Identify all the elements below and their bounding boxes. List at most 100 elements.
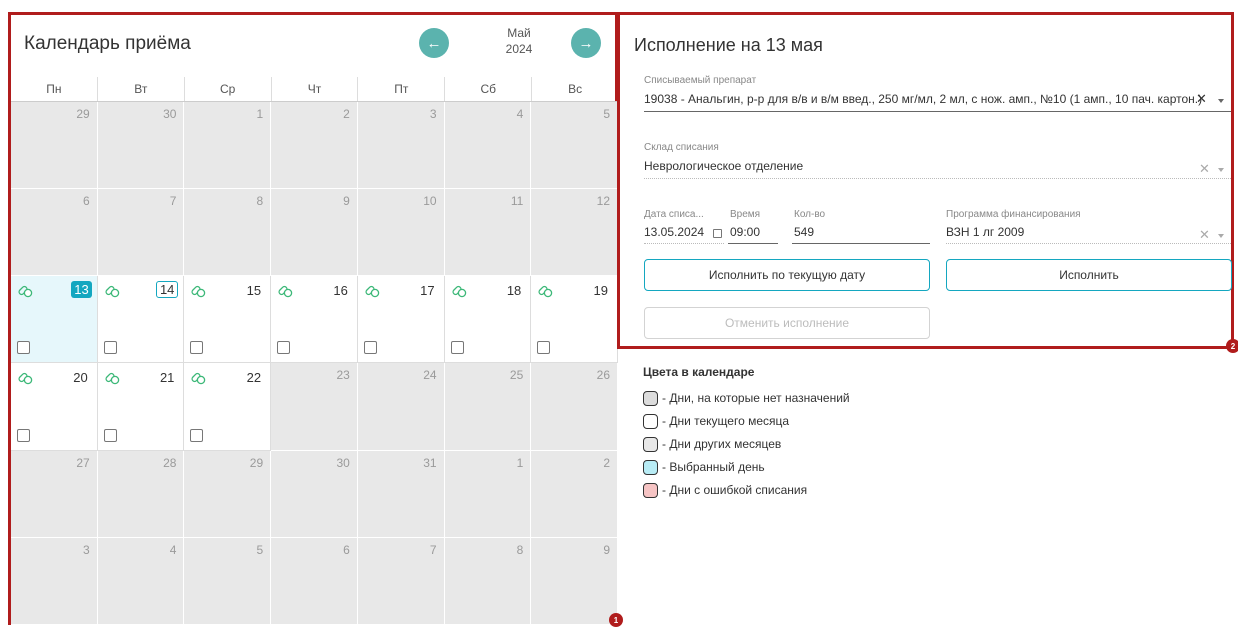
day-checkbox[interactable] [450, 341, 464, 355]
calendar-day-cell[interactable]: 19 [531, 276, 618, 364]
clear-program-icon[interactable]: ✕ [1199, 227, 1210, 243]
arrow-left-icon: ← [426, 34, 442, 52]
pills-icon [365, 286, 380, 298]
day-number: 24 [423, 368, 437, 383]
calendar-day-cell[interactable]: 6 [11, 189, 98, 277]
date-field[interactable]: 13.05.2024 [644, 225, 704, 239]
day-number: 6 [83, 194, 90, 209]
calendar-day-cell[interactable]: 15 [184, 276, 272, 364]
month-label: Май 2024 [489, 25, 549, 57]
program-field[interactable]: ВЗН 1 лг 2009 [946, 225, 1024, 239]
pills-icon [451, 286, 466, 298]
calendar-day-cell[interactable]: 28 [97, 450, 185, 538]
weekday-label: Чт [272, 77, 359, 101]
calendar-day-cell[interactable]: 22 [184, 363, 272, 451]
weekday-label: Вс [568, 82, 583, 96]
calendar-day-cell[interactable]: 3 [11, 537, 98, 625]
calendar-day-cell[interactable]: 2 [531, 450, 618, 538]
clear-warehouse-icon[interactable]: ✕ [1199, 161, 1210, 177]
day-number: 13 [71, 281, 92, 299]
day-number: 1 [516, 455, 524, 470]
day-number: 4 [516, 107, 524, 121]
day-checkbox[interactable] [277, 341, 291, 355]
day-number: 23 [336, 368, 350, 383]
calendar-day-cell[interactable]: 1 [184, 102, 272, 190]
day-number: 11 [510, 194, 524, 209]
calendar-day-cell[interactable]: 8 [444, 537, 532, 625]
calendar-day-cell[interactable]: 11 [444, 189, 532, 277]
pills-icon [538, 286, 553, 298]
quantity-field[interactable]: 549 [794, 225, 814, 239]
clear-drug-icon[interactable]: ✕ [1196, 91, 1207, 107]
calendar-day-cell[interactable]: 16 [271, 276, 358, 364]
day-number: 25 [509, 368, 524, 383]
calendar-day-cell[interactable]: 29 [184, 450, 272, 538]
day-checkbox[interactable] [363, 341, 377, 355]
day-number: 28 [163, 455, 177, 470]
calendar-day-cell[interactable]: 7 [357, 537, 445, 625]
calendar-day-cell[interactable]: 2 [271, 102, 358, 190]
pills-icon [105, 286, 119, 298]
execute-current-date-button[interactable]: Исполнить по текущую дату [644, 259, 930, 291]
day-checkbox[interactable] [190, 428, 204, 442]
calendar-day-cell[interactable]: 30 [97, 102, 185, 190]
weekday-label: Сб [445, 77, 533, 101]
calendar-day-cell[interactable]: 1 [444, 450, 532, 538]
calendar-day-cell[interactable]: 9 [271, 189, 358, 277]
calendar-day-cell[interactable]: 25 [444, 363, 532, 451]
day-checkbox[interactable] [17, 341, 30, 355]
calendar-day-cell[interactable]: 21 [97, 363, 185, 451]
calendar-day-cell[interactable]: 18 [444, 276, 532, 364]
weekday-label: Пт [358, 77, 446, 101]
calendar-day-cell[interactable]: 30 [271, 450, 358, 538]
day-number: 12 [596, 194, 610, 209]
weekday-header: Пн Вт Ср Чт Пт Сб Вс [11, 77, 618, 102]
day-checkbox[interactable] [103, 341, 117, 355]
next-month-button[interactable]: → [571, 28, 601, 58]
calendar-day-cell[interactable]: 7 [97, 189, 185, 277]
calendar-day-cell[interactable]: 8 [184, 189, 272, 277]
day-checkbox[interactable] [537, 341, 551, 355]
calendar-day-cell[interactable]: 14 [97, 276, 185, 364]
calendar-day-cell[interactable]: 20 [11, 363, 98, 451]
cancel-execution-button[interactable]: Отменить исполнение [644, 307, 930, 339]
calendar-day-cell[interactable]: 31 [357, 450, 445, 538]
calendar-day-cell[interactable]: 9 [531, 537, 618, 625]
calendar-day-cell[interactable]: 23 [271, 363, 358, 451]
calendar-icon[interactable] [713, 229, 722, 238]
calendar-day-cell[interactable]: 24 [357, 363, 445, 451]
calendar-day-cell[interactable]: 5 [184, 537, 272, 625]
execute-button[interactable]: Исполнить [946, 259, 1232, 291]
calendar-day-cell[interactable]: 13 [11, 276, 98, 364]
calendar-day-cell[interactable]: 3 [357, 102, 445, 190]
program-dropdown-icon[interactable] [1218, 234, 1224, 238]
day-checkbox[interactable] [17, 428, 30, 442]
warehouse-field[interactable]: Неврологическое отделение [644, 159, 803, 173]
calendar-day-cell[interactable]: 10 [357, 189, 445, 277]
calendar-day-cell[interactable]: 26 [531, 363, 618, 451]
calendar-day-cell[interactable]: 27 [11, 450, 98, 538]
day-checkbox[interactable] [103, 428, 117, 442]
legend-label: - Дни текущего месяца [662, 414, 790, 428]
time-field[interactable]: 09:00 [730, 225, 760, 239]
weekday-label: Вт [98, 77, 185, 101]
day-number: 8 [256, 194, 264, 209]
legend-item: - Дни с ошибкой списания [643, 482, 807, 498]
calendar-day-cell[interactable]: 17 [357, 276, 445, 364]
quantity-field-underline [792, 243, 930, 244]
warehouse-dropdown-icon[interactable] [1218, 168, 1224, 172]
drug-field-underline [644, 111, 1231, 112]
calendar-day-cell[interactable]: 12 [531, 189, 618, 277]
calendar-day-cell[interactable]: 4 [97, 537, 185, 625]
calendar-day-cell[interactable]: 4 [444, 102, 532, 190]
day-checkbox[interactable] [190, 341, 204, 355]
day-number: 22 [246, 370, 262, 386]
calendar-day-cell[interactable]: 5 [531, 102, 618, 190]
calendar-day-cell[interactable]: 29 [11, 102, 98, 190]
drug-field[interactable]: 19038 - Анальгин, р-р для в/в и в/м введ… [644, 92, 1202, 106]
drug-dropdown-icon[interactable] [1218, 99, 1224, 103]
calendar-day-cell[interactable]: 6 [271, 537, 358, 625]
time-field-underline [728, 243, 778, 244]
weekday-label: Пн [11, 77, 98, 101]
prev-month-button[interactable]: ← [419, 28, 449, 58]
